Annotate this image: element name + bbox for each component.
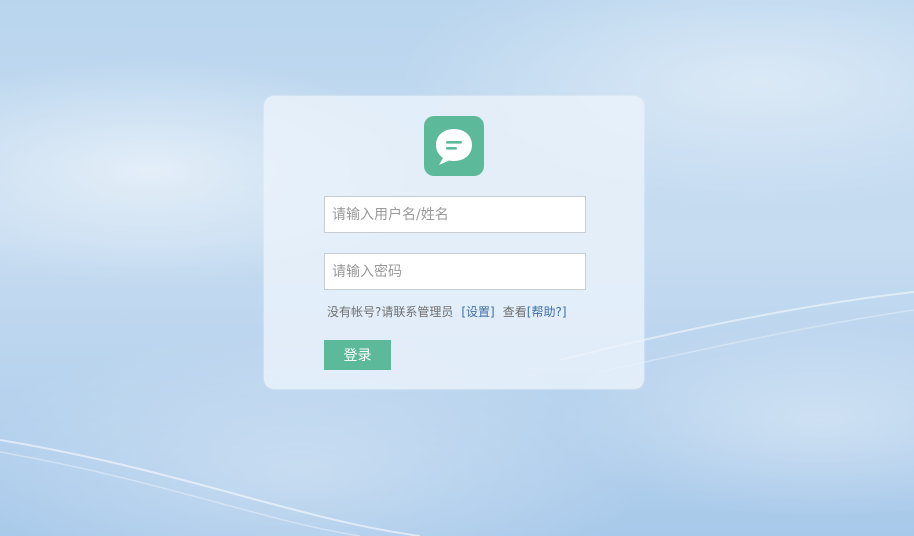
- view-text: 查看: [502, 305, 527, 319]
- password-input[interactable]: [324, 253, 586, 290]
- login-button[interactable]: 登录: [324, 340, 391, 370]
- no-account-text: 没有帐号?请联系管理员: [327, 305, 454, 319]
- login-card: 没有帐号?请联系管理员 [设置] 查看[帮助?] 登录: [264, 96, 644, 389]
- help-link[interactable]: [帮助?]: [527, 305, 567, 319]
- chat-bubble-icon: [424, 116, 484, 176]
- username-input[interactable]: [324, 196, 586, 233]
- settings-link[interactable]: [设置]: [461, 305, 494, 319]
- account-hint: 没有帐号?请联系管理员 [设置] 查看[帮助?]: [327, 303, 567, 320]
